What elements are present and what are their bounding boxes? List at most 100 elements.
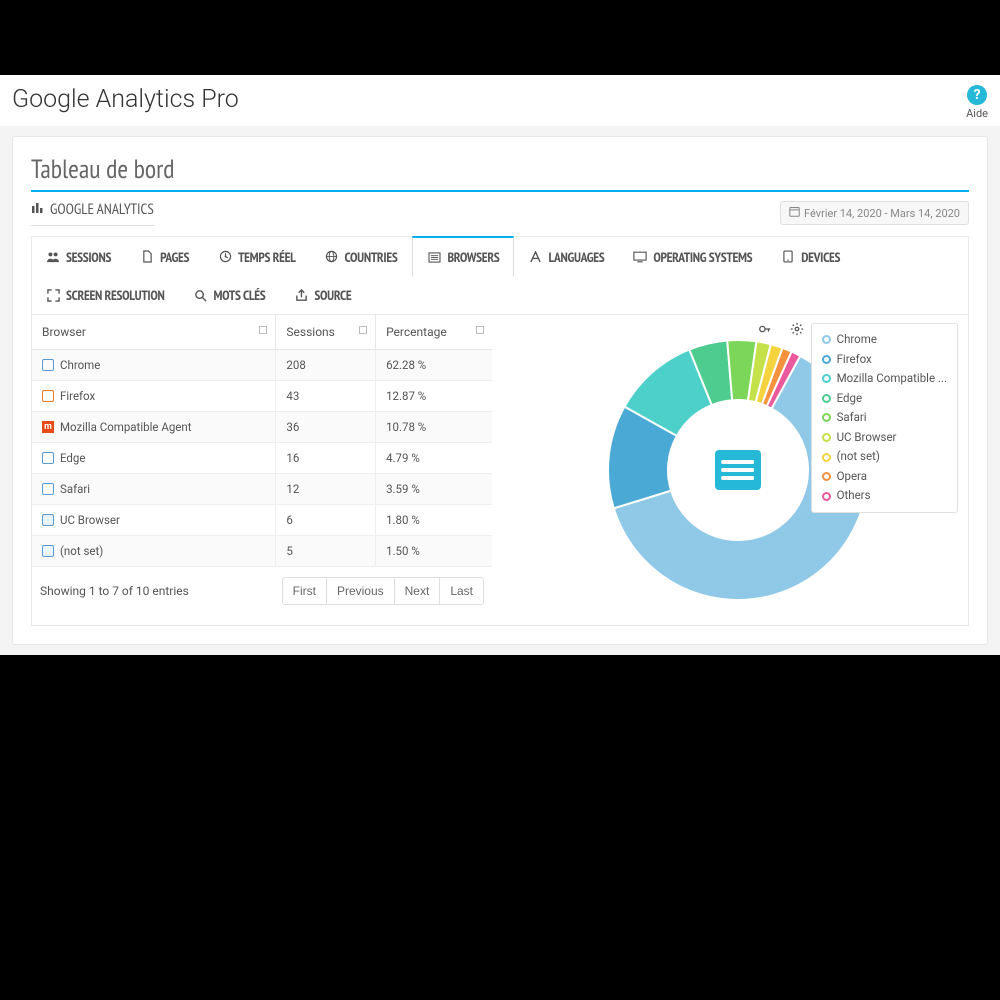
table-body: Chrome20862.28 %Firefox4312.87 %mMozilla… — [32, 350, 492, 567]
tab-devices[interactable]: DEVICES — [767, 237, 855, 276]
legend-item[interactable]: (not set) — [822, 447, 947, 467]
legend-marker — [822, 453, 831, 462]
app-window: Google Analytics Pro ? Aide Tableau de b… — [0, 75, 1000, 655]
tab-label: BROWSERS — [447, 248, 499, 266]
percentage-value: 10.78 % — [376, 412, 492, 443]
browser-name: Safari — [60, 482, 90, 496]
tab-temps-réel[interactable]: TEMPS RÉEL — [204, 237, 310, 276]
legend-label: Mozilla Compatible ... — [837, 369, 947, 389]
list-icon — [715, 450, 761, 490]
sort-icon — [476, 326, 484, 334]
tab-languages[interactable]: LANGUAGES — [514, 237, 619, 276]
tab-mots-clés[interactable]: MOTS CLÉS — [180, 276, 281, 314]
table-row[interactable]: mMozilla Compatible Agent3610.78 % — [32, 412, 492, 443]
pager-previous[interactable]: Previous — [326, 577, 395, 605]
tab-label: MOTS CLÉS — [214, 286, 266, 304]
legend-item[interactable]: Firefox — [822, 350, 947, 370]
table-row[interactable]: Chrome 20862.28 % — [32, 350, 492, 381]
column-sessions[interactable]: Sessions — [276, 315, 376, 350]
legend-item[interactable]: Opera — [822, 467, 947, 487]
pager-next[interactable]: Next — [394, 577, 441, 605]
group-icon — [46, 251, 60, 263]
column-percentage[interactable]: Percentage — [376, 315, 492, 350]
browser-name: UC Browser — [60, 513, 120, 527]
browsers-table: BrowserSessionsPercentage Chrome 20862.28… — [32, 315, 492, 567]
tablet-icon — [781, 250, 795, 263]
date-range-picker[interactable]: Février 14, 2020 - Mars 14, 2020 — [780, 201, 969, 225]
panel-subtitle: GOOGLE ANALYTICS — [31, 200, 154, 226]
browser-name: Mozilla Compatible Agent — [60, 420, 192, 434]
header: Google Analytics Pro ? Aide — [0, 75, 1000, 126]
pager-first[interactable]: First — [282, 577, 327, 605]
percentage-value: 12.87 % — [376, 381, 492, 412]
tab-screen-resolution[interactable]: SCREEN RESOLUTION — [32, 276, 180, 314]
sort-icon — [359, 326, 367, 334]
tab-label: LANGUAGES — [548, 248, 604, 266]
table-row[interactable]: Edge 164.79 % — [32, 443, 492, 474]
browser-name: Edge — [60, 451, 85, 465]
percentage-value: 4.79 % — [376, 443, 492, 474]
sessions-value: 16 — [276, 443, 376, 474]
tab-pages[interactable]: PAGES — [126, 237, 204, 276]
browser-name: Firefox — [60, 389, 95, 403]
sort-icon — [259, 326, 267, 334]
legend-marker — [822, 335, 831, 344]
sessions-value: 208 — [276, 350, 376, 381]
legend-item[interactable]: Chrome — [822, 330, 947, 350]
sessions-value: 6 — [276, 505, 376, 536]
tab-operating-systems[interactable]: OPERATING SYSTEMS — [619, 237, 767, 276]
help-button[interactable]: ? Aide — [966, 85, 988, 120]
browser-icon — [42, 514, 54, 526]
gear-icon[interactable] — [790, 321, 804, 340]
panel-title: Tableau de bord — [31, 153, 969, 186]
table-row[interactable]: Safari123.59 % — [32, 474, 492, 505]
sessions-value: 36 — [276, 412, 376, 443]
tabs: SESSIONS PAGES TEMPS RÉELCOUNTRIES BROWSERS… — [31, 236, 969, 314]
tab-source[interactable]: SOURCE — [280, 276, 366, 314]
sessions-value: 43 — [276, 381, 376, 412]
tab-countries[interactable]: COUNTRIES — [311, 237, 413, 276]
legend-label: Edge — [837, 389, 862, 409]
tab-label: PAGES — [160, 248, 189, 266]
tab-browsers[interactable]: BROWSERS — [412, 236, 514, 277]
table-row[interactable]: Firefox 4312.87 % — [32, 381, 492, 412]
tab-sessions[interactable]: SESSIONS — [32, 237, 126, 276]
browser-name: Chrome — [60, 358, 100, 372]
panel-subhead: GOOGLE ANALYTICS Février 14, 2020 - Mars… — [31, 200, 969, 226]
table-side: BrowserSessionsPercentage Chrome 20862.28… — [32, 315, 492, 625]
legend-marker — [822, 394, 831, 403]
legend-item[interactable]: Edge — [822, 389, 947, 409]
percentage-value: 62.28 % — [376, 350, 492, 381]
chart-side: ChromeFirefoxMozilla Compatible ...EdgeS… — [508, 315, 968, 625]
pager: First Previous Next Last — [283, 577, 484, 605]
legend-marker — [822, 492, 831, 501]
legend-marker — [822, 472, 831, 481]
pager-last[interactable]: Last — [439, 577, 484, 605]
content: BrowserSessionsPercentage Chrome 20862.28… — [31, 314, 969, 626]
list-icon — [427, 252, 441, 263]
date-range-label: Février 14, 2020 - Mars 14, 2020 — [804, 207, 960, 220]
tab-label: DEVICES — [801, 248, 840, 266]
legend-item[interactable]: Safari — [822, 408, 947, 428]
browser-icon — [42, 359, 54, 371]
tab-label: SOURCE — [314, 286, 351, 304]
table-row[interactable]: UC Browser61.80 % — [32, 505, 492, 536]
legend-item[interactable]: Others — [822, 486, 947, 506]
share-icon — [294, 289, 308, 302]
globe-icon — [325, 250, 339, 263]
browser-icon — [42, 452, 54, 464]
legend-label: Chrome — [837, 330, 877, 350]
monitor-icon — [633, 251, 647, 263]
expand-icon — [46, 289, 60, 302]
clock-icon — [218, 250, 232, 263]
legend-item[interactable]: UC Browser — [822, 428, 947, 448]
legend-label: Safari — [837, 408, 867, 428]
table-row[interactable]: (not set)51.50 % — [32, 536, 492, 567]
legend-label: Opera — [837, 467, 867, 487]
key-icon[interactable] — [758, 321, 772, 340]
table-header-row: BrowserSessionsPercentage — [32, 315, 492, 350]
column-browser[interactable]: Browser — [32, 315, 276, 350]
chart-toolbar — [758, 321, 808, 340]
legend-item[interactable]: Mozilla Compatible ... — [822, 369, 947, 389]
legend-marker — [822, 413, 831, 422]
